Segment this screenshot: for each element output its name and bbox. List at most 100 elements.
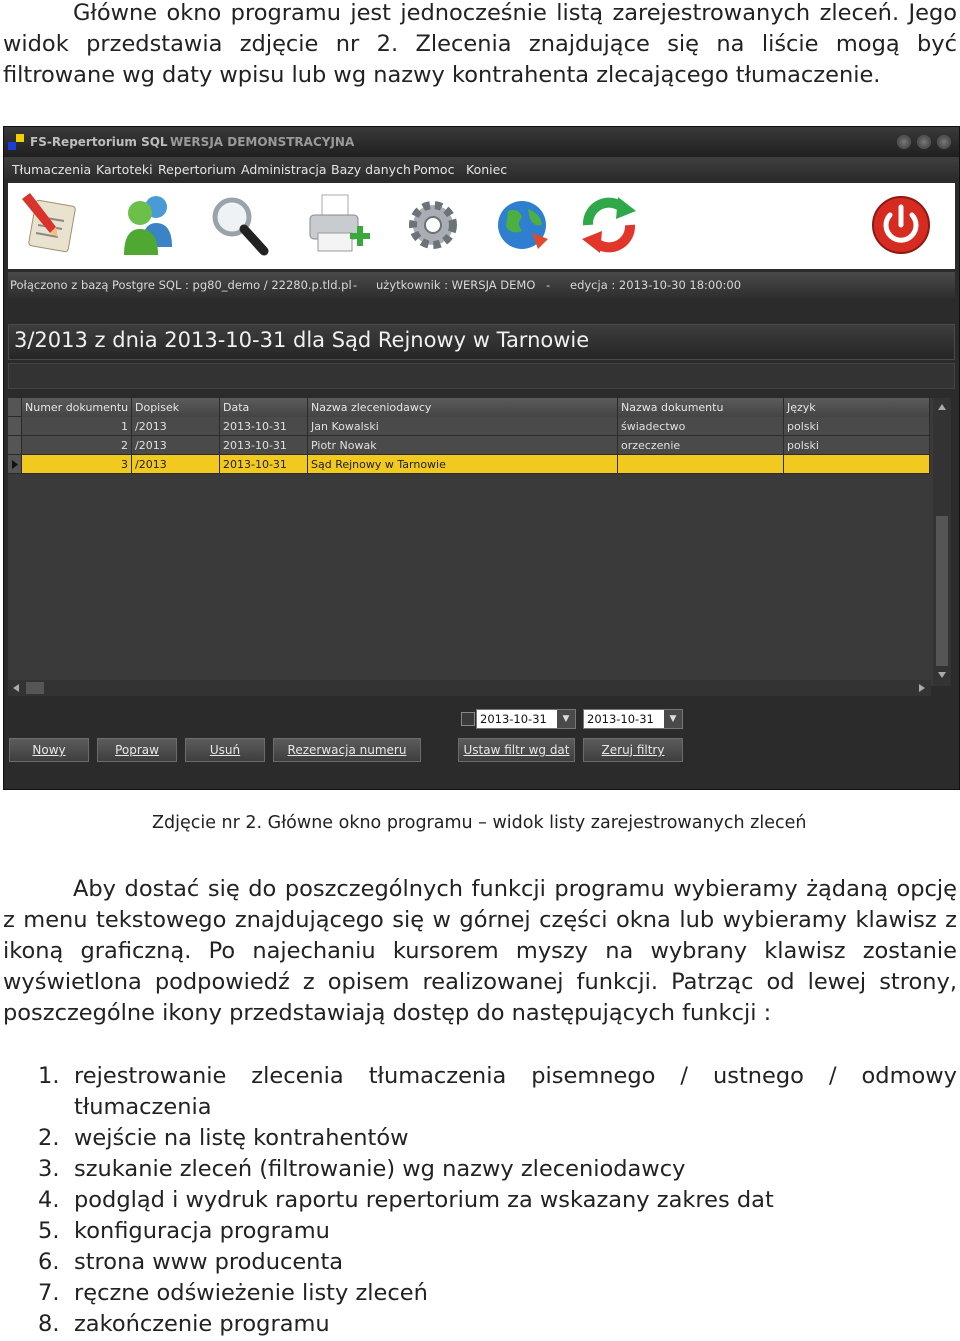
date-to-value: 2013-10-31 xyxy=(587,712,654,726)
selected-order-heading: 3/2013 z dnia 2013-10-31 dla Sąd Rejnowy… xyxy=(8,324,955,360)
row-indicator xyxy=(8,436,22,455)
body-line: poszczególne ikony przedstawiają dostęp … xyxy=(3,1000,772,1026)
column-header[interactable]: Numer dokumentu xyxy=(22,398,132,417)
title-bar: FS-Repertorium SQL WERSJA DEMONSTRACYJNA xyxy=(4,127,959,157)
cell-client: Piotr Nowak xyxy=(308,436,618,455)
user-icon[interactable] xyxy=(112,189,182,261)
menu-bar: Tłumaczenia Kartoteki Repertorium Admini… xyxy=(4,157,959,181)
cell-language xyxy=(784,455,930,474)
column-header[interactable]: Nazwa dokumentu xyxy=(618,398,784,417)
body-line: ikoną graficzną. Po najechaniu kursorem … xyxy=(3,938,957,964)
table-row-selected[interactable]: 3 /2013 2013-10-31 Sąd Rejnowy w Tarnowi… xyxy=(8,455,930,474)
list-item: 8. zakończenie programu xyxy=(38,1309,957,1340)
list-item: 5. konfiguracja programu xyxy=(38,1216,957,1247)
list-text: konfiguracja programu xyxy=(74,1218,330,1244)
row-pointer-icon xyxy=(8,455,22,474)
list-item: 7. ręczne odświeżenie listy zleceń xyxy=(38,1278,957,1309)
cell-num: 2 xyxy=(22,436,132,455)
column-header[interactable]: Data xyxy=(220,398,308,417)
chevron-down-icon[interactable]: ▼ xyxy=(557,710,575,728)
date-filter-checkbox[interactable] xyxy=(461,712,475,726)
edit-button[interactable]: Popraw xyxy=(97,738,177,762)
scroll-down-icon[interactable] xyxy=(933,666,951,684)
app-window-screenshot: FS-Repertorium SQL WERSJA DEMONSTRACYJNA… xyxy=(3,126,960,790)
intro-line: Główne okno programu jest jednocześnie l… xyxy=(73,0,957,26)
table-row[interactable]: 2 /2013 2013-10-31 Piotr Nowak orzeczeni… xyxy=(8,436,930,455)
horizontal-scrollbar[interactable] xyxy=(8,680,931,696)
list-text: podgląd i wydruk raportu repertorium za … xyxy=(74,1187,774,1213)
scroll-thumb[interactable] xyxy=(26,682,44,694)
app-title: FS-Repertorium SQL xyxy=(30,135,168,149)
list-item: 1. rejestrowanie zlecenia tłumaczenia pi… xyxy=(38,1061,957,1123)
cell-language: polski xyxy=(784,417,930,436)
list-text: strona www producenta xyxy=(74,1249,344,1275)
menu-item-administracja[interactable]: Administracja xyxy=(241,162,327,177)
intro-line: widok przedstawia zdjęcie nr 2. Zlecenia… xyxy=(3,31,957,57)
body-line: wyświetlona podpowiedź z opisem realizow… xyxy=(3,969,957,995)
cell-dopisek: /2013 xyxy=(132,455,220,474)
list-number: 4. xyxy=(38,1187,60,1213)
figure-caption: Zdjęcie nr 2. Główne okno programu – wid… xyxy=(152,813,807,833)
heading-text: 3/2013 z dnia 2013-10-31 dla Sąd Rejnowy… xyxy=(14,328,590,352)
cell-date: 2013-10-31 xyxy=(220,436,308,455)
scroll-up-icon[interactable] xyxy=(933,398,951,416)
table-row[interactable]: 1 /2013 2013-10-31 Jan Kowalski świadect… xyxy=(8,417,930,436)
cell-language: polski xyxy=(784,436,930,455)
menu-item-repertorium[interactable]: Repertorium xyxy=(158,162,236,177)
reset-filters-button[interactable]: Zeruj filtry xyxy=(583,738,683,762)
maximize-icon[interactable] xyxy=(917,135,931,149)
cell-dopisek: /2013 xyxy=(132,417,220,436)
cell-date: 2013-10-31 xyxy=(220,455,308,474)
toolbar xyxy=(8,183,955,269)
cell-document xyxy=(618,455,784,474)
reserve-number-button[interactable]: Rezerwacja numeru xyxy=(273,738,421,762)
vertical-scrollbar[interactable] xyxy=(933,398,951,686)
list-text: szukanie zleceń (filtrowanie) wg nazwy z… xyxy=(74,1156,686,1182)
list-number: 5. xyxy=(38,1218,60,1244)
column-header[interactable]: Nazwa zleceniodawcy xyxy=(308,398,618,417)
date-filter-button[interactable]: Ustaw filtr wg dat xyxy=(458,738,575,762)
cell-num: 3 xyxy=(22,455,132,474)
delete-button[interactable]: Usuń xyxy=(185,738,265,762)
scroll-thumb[interactable] xyxy=(936,516,948,666)
list-item: 2. wejście na listę kontrahentów xyxy=(38,1123,957,1154)
date-from-field[interactable]: 2013-10-31 ▼ xyxy=(476,709,576,729)
chevron-down-icon[interactable]: ▼ xyxy=(664,710,682,728)
menu-item-kartoteki[interactable]: Kartoteki xyxy=(96,162,153,177)
globe-icon[interactable] xyxy=(488,189,558,261)
list-number: 8. xyxy=(38,1311,60,1337)
body-line: z menu tekstowego znajdującego się w gór… xyxy=(3,907,957,933)
column-header[interactable]: Dopisek xyxy=(132,398,220,417)
cell-client: Jan Kowalski xyxy=(308,417,618,436)
cell-document: świadectwo xyxy=(618,417,784,436)
menu-item-bazy-danych[interactable]: Bazy danych xyxy=(331,162,411,177)
status-edition: edycja : 2013-10-30 18:00:00 xyxy=(570,278,742,292)
cell-dopisek: /2013 xyxy=(132,436,220,455)
app-logo-icon xyxy=(8,134,24,150)
status-user: użytkownik : WERSJA DEMO xyxy=(376,278,536,292)
date-to-field[interactable]: 2013-10-31 ▼ xyxy=(583,709,683,729)
gear-icon[interactable] xyxy=(398,189,468,261)
minimize-icon[interactable] xyxy=(897,135,911,149)
menu-item-tlumaczenia[interactable]: Tłumaczenia xyxy=(12,162,91,177)
scroll-left-icon[interactable] xyxy=(8,680,24,696)
new-button[interactable]: Nowy xyxy=(9,738,89,762)
menu-item-pomoc[interactable]: Pomoc xyxy=(413,162,454,177)
status-bar: Połączono z bazą Postgre SQL : pg80_demo… xyxy=(8,272,955,298)
status-connection: Połączono z bazą Postgre SQL : pg80_demo… xyxy=(10,278,352,292)
printer-icon[interactable] xyxy=(304,189,374,261)
list-number: 3. xyxy=(38,1156,60,1182)
power-icon[interactable] xyxy=(866,189,936,261)
refresh-icon[interactable] xyxy=(574,189,644,261)
menu-item-koniec[interactable]: Koniec xyxy=(466,162,507,177)
magnifier-icon[interactable] xyxy=(204,189,274,261)
list-item: 6. strona www producenta xyxy=(38,1247,957,1278)
function-list: 1. rejestrowanie zlecenia tłumaczenia pi… xyxy=(38,1061,957,1340)
list-text: rejestrowanie zlecenia tłumaczenia pisem… xyxy=(74,1063,957,1089)
cell-num: 1 xyxy=(22,417,132,436)
column-header[interactable]: Język xyxy=(784,398,930,417)
demo-label: WERSJA DEMONSTRACYJNA xyxy=(170,135,355,149)
pen-document-icon[interactable] xyxy=(14,189,84,261)
close-icon[interactable] xyxy=(937,135,951,149)
scroll-right-icon[interactable] xyxy=(914,680,930,696)
